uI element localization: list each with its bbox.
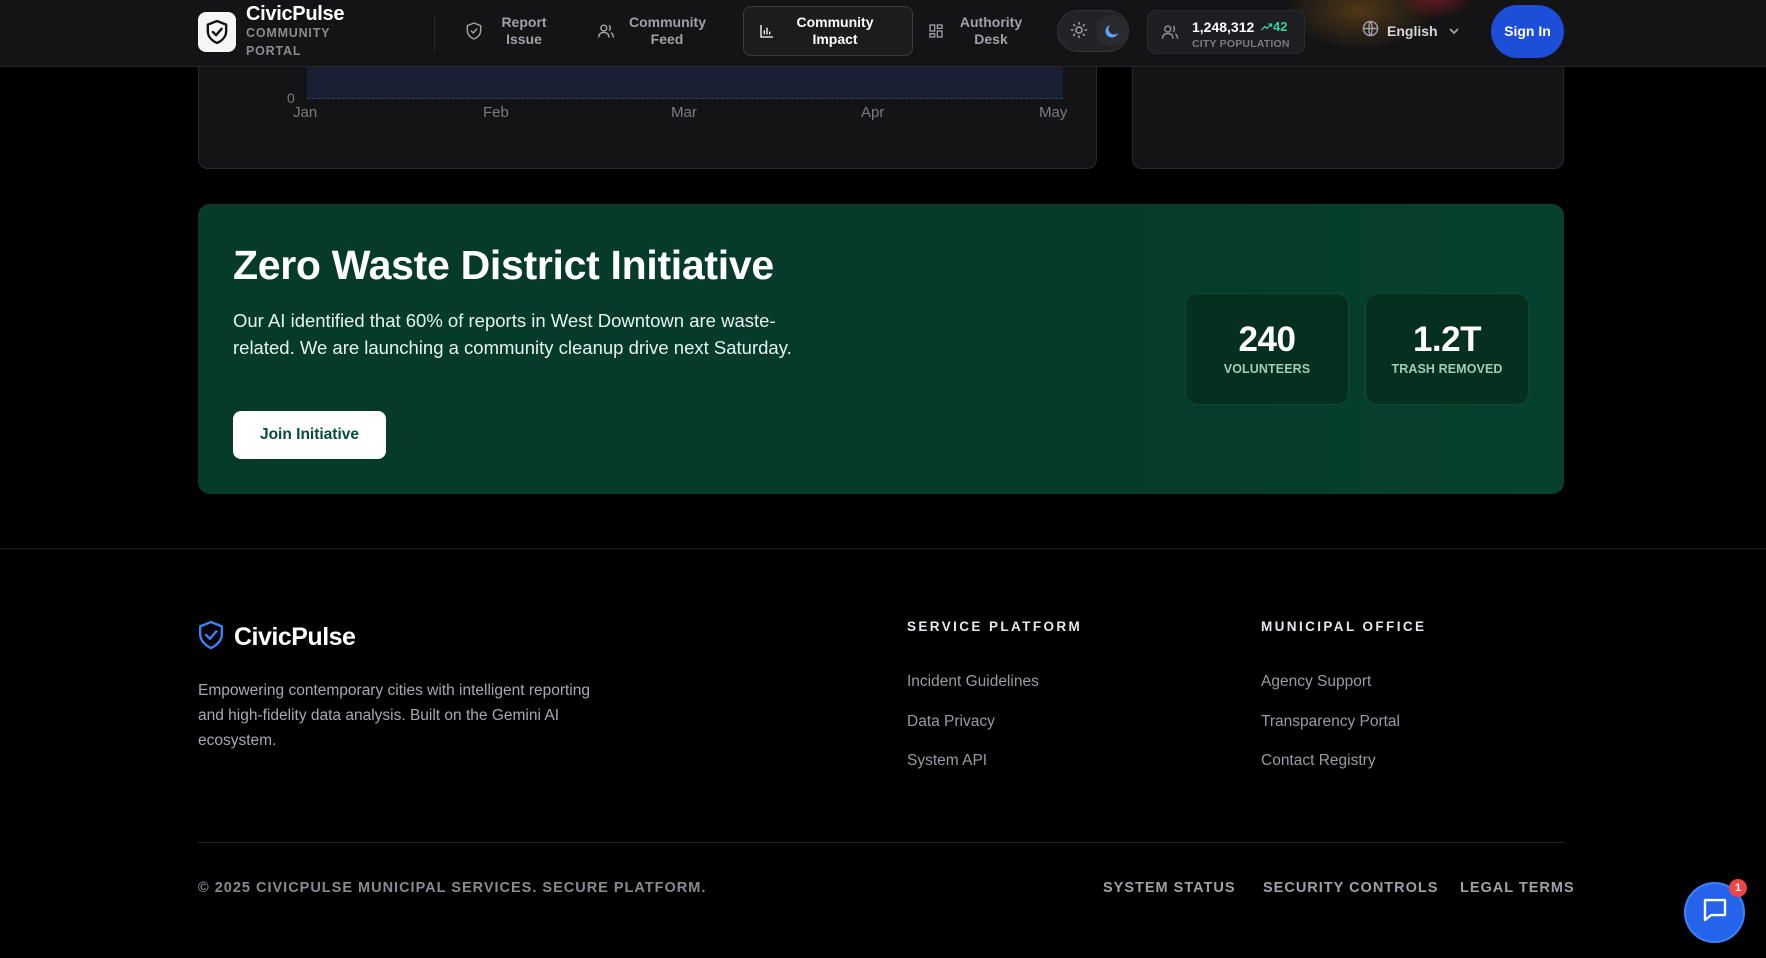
brand-name: CivicPulse [246, 3, 345, 25]
copyright-text: © 2025 CIVICPULSE MUNICIPAL SERVICES. SE… [198, 880, 707, 896]
footer-link-contact-registry[interactable]: Contact Registry [1261, 752, 1376, 770]
sun-icon[interactable] [1070, 21, 1088, 44]
nav-label: Community Impact [796, 14, 874, 47]
globe-icon [1362, 20, 1379, 42]
stat-label: VOLUNTEERS [1223, 362, 1311, 376]
footer-link-agency-support[interactable]: Agency Support [1261, 673, 1371, 691]
shield-icon [466, 22, 482, 40]
join-initiative-button[interactable]: Join Initiative [233, 411, 386, 459]
nav-label: Authority Desk [959, 14, 1023, 47]
x-tick-label: Mar [671, 104, 697, 121]
language-label: English [1387, 23, 1438, 39]
footer-bottom-divider [198, 842, 1564, 843]
nav-community-impact[interactable]: Community Impact [743, 6, 913, 56]
footer-column-title: MUNICIPAL OFFICE [1261, 619, 1427, 634]
population-delta: 42 [1261, 19, 1287, 34]
stat-value: 240 [1238, 320, 1296, 359]
top-nav: CivicPulse COMMUNITY PORTAL Report Issue… [0, 0, 1766, 67]
nav-community-feed[interactable]: Community Feed [597, 6, 717, 56]
footer-link-data-privacy[interactable]: Data Privacy [907, 713, 995, 731]
nav-label: Community Feed [629, 14, 706, 47]
decorative-glow [1395, 0, 1475, 20]
nav-report-issue[interactable]: Report Issue [466, 6, 586, 56]
population-value: 1,248,312 [1192, 19, 1255, 35]
x-tick-label: Feb [483, 104, 509, 121]
language-selector[interactable]: English [1362, 20, 1460, 42]
initiative-description: Our AI identified that 60% of reports in… [233, 310, 792, 358]
shield-logo-icon [198, 620, 224, 655]
population-label: CITY POPULATION [1192, 38, 1290, 50]
brand[interactable]: CivicPulse COMMUNITY PORTAL [198, 4, 366, 60]
footer-link-incident-guidelines[interactable]: Incident Guidelines [907, 673, 1039, 691]
stat-volunteers: 240 VOLUNTEERS [1185, 293, 1349, 405]
population-delta-value: 42 [1273, 19, 1288, 34]
theme-toggle[interactable] [1057, 10, 1129, 52]
footer-divider [0, 548, 1766, 549]
users-icon [597, 23, 615, 39]
stat-trash-removed: 1.2T TRASH REMOVED [1365, 293, 1529, 405]
trending-up-icon [1261, 22, 1273, 30]
nav-divider [434, 15, 435, 51]
footer-link-transparency-portal[interactable]: Transparency Portal [1261, 713, 1400, 731]
security-controls-link[interactable]: SECURITY CONTROLS [1263, 880, 1438, 896]
chevron-down-icon [1448, 22, 1460, 40]
bar-chart-icon [759, 23, 775, 39]
x-tick-label: Apr [861, 104, 885, 121]
x-tick-label: May [1039, 104, 1068, 121]
shield-logo-icon [198, 12, 236, 52]
footer-brand-name: CivicPulse [234, 623, 356, 651]
dashboard-icon [928, 23, 944, 39]
stat-value: 1.2T [1412, 320, 1482, 359]
footer-brand[interactable]: CivicPulse [198, 620, 356, 655]
footer-description: Empowering contemporary cities with inte… [198, 682, 590, 749]
brand-subtitle: COMMUNITY PORTAL [246, 26, 331, 58]
notification-badge: 1 [1729, 879, 1747, 897]
legal-terms-link[interactable]: LEGAL TERMS [1460, 880, 1575, 896]
stat-label: TRASH REMOVED [1391, 362, 1503, 376]
footer-column-title: SERVICE PLATFORM [907, 619, 1083, 634]
nav-label: Report Issue [501, 14, 547, 47]
system-status-link[interactable]: SYSTEM STATUS [1103, 880, 1236, 896]
city-population-widget: 1,248,312 42 CITY POPULATION [1147, 10, 1305, 54]
initiative-title: Zero Waste District Initiative [233, 242, 774, 288]
footer-link-system-api[interactable]: System API [907, 752, 987, 770]
users-icon [1161, 23, 1179, 46]
moon-icon[interactable] [1096, 15, 1128, 47]
chat-icon [1700, 895, 1730, 930]
initiative-banner: Zero Waste District Initiative Our AI id… [198, 204, 1564, 494]
nav-authority-desk[interactable]: Authority Desk [928, 6, 1048, 56]
sign-in-button[interactable]: Sign In [1491, 5, 1564, 58]
x-tick-label: Jan [293, 104, 318, 121]
